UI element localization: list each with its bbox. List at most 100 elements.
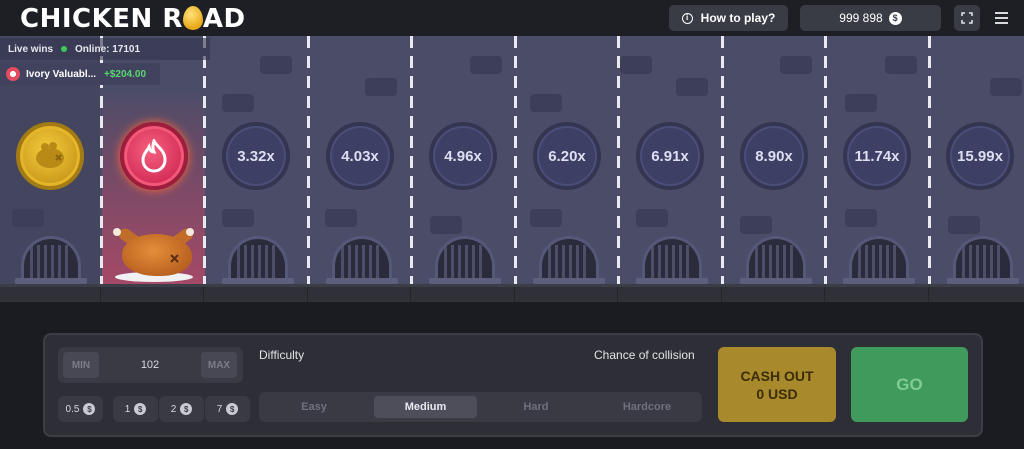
manhole-gate [642, 236, 702, 282]
game-app: CHICKEN R AD i How to play? 999 898 $ 3.… [0, 0, 1024, 449]
multiplier-coin[interactable]: 4.96x [429, 122, 497, 190]
cash-out-amount: 0 USD [756, 385, 798, 402]
lane-divider [617, 36, 620, 284]
brick [845, 209, 877, 227]
difficulty-medium-tab[interactable]: Medium [374, 396, 477, 418]
logo-text-left: CHICKEN R [20, 4, 183, 34]
balance-display: 999 898 $ [800, 5, 941, 31]
how-to-play-button[interactable]: i How to play? [669, 5, 788, 31]
chicken-head-icon [36, 142, 64, 168]
manhole-gate [435, 236, 495, 282]
dollar-coin-icon: $ [888, 11, 902, 25]
go-button[interactable]: GO [851, 347, 968, 422]
multiplier-value: 11.74x [854, 147, 900, 165]
curb-joint [928, 287, 929, 302]
lane-divider [824, 36, 827, 284]
current-fire-coin [120, 122, 188, 190]
bet-amount-input[interactable]: 102 [110, 352, 190, 378]
quick-bet-chip[interactable]: 7 $ [205, 396, 250, 422]
lane-divider [928, 36, 931, 284]
difficulty-hardcore-tab[interactable]: Hardcore [596, 396, 698, 418]
dollar-coin-icon: $ [226, 403, 239, 415]
brick [325, 209, 357, 227]
multiplier-coin[interactable]: 11.74x [843, 122, 911, 190]
multiplier-coin[interactable]: 4.03x [326, 122, 394, 190]
brick [780, 56, 812, 74]
manhole-gate [332, 236, 392, 282]
brick [740, 216, 772, 234]
multiplier-coin[interactable]: 8.90x [740, 122, 808, 190]
brick [636, 209, 668, 227]
curb-joint [721, 287, 722, 302]
difficulty-easy-tab[interactable]: Easy [264, 396, 364, 418]
multiplier-coin[interactable]: 6.20x [533, 122, 601, 190]
brick [222, 94, 254, 112]
brick [990, 78, 1022, 96]
chip-value: 2 [170, 403, 177, 415]
logo: CHICKEN R AD [20, 4, 246, 34]
multiplier-value: 8.90x [755, 147, 793, 165]
lane-divider [203, 36, 206, 284]
multiplier-value: 15.99x [957, 147, 1003, 165]
curb-joint [824, 287, 825, 302]
win-player-name: Ivory Valuabl... [26, 68, 97, 80]
difficulty-hard-tab[interactable]: Hard [486, 396, 586, 418]
multiplier-coin[interactable]: 3.32x [222, 122, 290, 190]
egg-icon [182, 6, 203, 30]
curb-joint [100, 287, 101, 302]
manhole-gate [953, 236, 1013, 282]
bet-min-button[interactable]: MIN [63, 352, 99, 378]
brick [222, 209, 254, 227]
multiplier-value: 6.20x [548, 147, 586, 165]
top-bar: CHICKEN R AD i How to play? 999 898 $ [0, 0, 1024, 36]
curb-joint [307, 287, 308, 302]
manhole-gate [746, 236, 806, 282]
multiplier-value: 4.03x [341, 147, 379, 165]
fullscreen-button[interactable] [954, 5, 980, 31]
collision-chance-label: Chance of collision [594, 348, 695, 362]
lane-divider [307, 36, 310, 284]
brick [530, 209, 562, 227]
chicken-eye-icon [170, 254, 179, 263]
info-icon: i [681, 12, 693, 24]
lane-divider [514, 36, 517, 284]
multiplier-coin[interactable]: 15.99x [946, 122, 1014, 190]
lane-divider [410, 36, 413, 284]
multiplier-coin[interactable]: 6.91x [636, 122, 704, 190]
flame-icon [141, 139, 167, 173]
brick [885, 56, 917, 74]
avatar [6, 67, 20, 81]
cash-out-button[interactable]: CASH OUT 0 USD [718, 347, 836, 422]
brick [948, 216, 980, 234]
brick [530, 94, 562, 112]
live-wins-title: Live wins [8, 43, 54, 55]
curb-joint [203, 287, 204, 302]
quick-bet-chip[interactable]: 0.5 $ [58, 396, 103, 422]
chip-value: 1 [124, 403, 131, 415]
brick [676, 78, 708, 96]
quick-bet-chip[interactable]: 2 $ [159, 396, 204, 422]
curb [0, 284, 1024, 302]
chip-value: 7 [216, 403, 223, 415]
curb-joint [514, 287, 515, 302]
dollar-coin-icon: $ [180, 403, 193, 415]
difficulty-label: Difficulty [259, 348, 305, 362]
manhole-gate [849, 236, 909, 282]
brick [430, 216, 462, 234]
manhole-gate [228, 236, 288, 282]
menu-icon[interactable] [990, 8, 1012, 28]
chicken-bone [113, 228, 121, 236]
manhole-gate [539, 236, 599, 282]
dollar-coin-icon: $ [83, 403, 96, 415]
quick-bet-chip[interactable]: 1 $ [113, 396, 158, 422]
curb-joint [410, 287, 411, 302]
cash-out-label: CASH OUT [740, 367, 814, 384]
live-win-item: Ivory Valuabl... +$204.00 [0, 63, 160, 85]
bet-max-button[interactable]: MAX [201, 352, 237, 378]
live-wins-bar: Live wins Online: 17101 [0, 38, 210, 60]
multiplier-value: 3.32x [237, 147, 275, 165]
chip-value: 0.5 [65, 403, 80, 415]
win-amount: +$204.00 [104, 68, 147, 80]
brick [845, 94, 877, 112]
how-to-play-label: How to play? [700, 11, 776, 25]
